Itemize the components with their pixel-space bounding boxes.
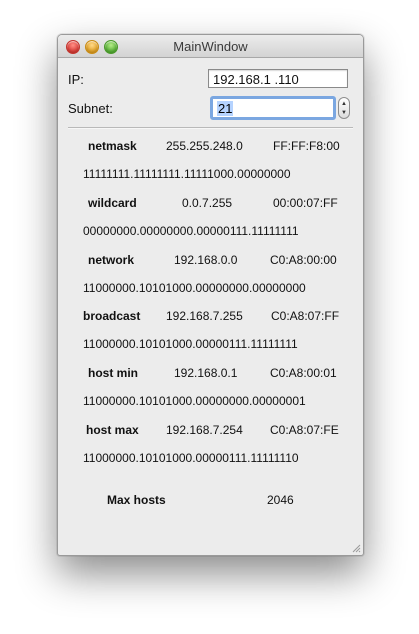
row-netmask-dotted: 255.255.248.0 — [166, 139, 243, 153]
row-network-dotted: 192.168.0.0 — [174, 253, 238, 267]
title-bar[interactable]: MainWindow — [58, 35, 363, 58]
row-broadcast-dotted: 192.168.7.255 — [166, 309, 243, 323]
subnet-input[interactable]: 21 — [210, 96, 336, 120]
row-host-max-hex: C0:A8:07:FE — [270, 423, 339, 437]
main-window: MainWindow IP: 192.168.1 .110 Subnet: 21… — [57, 34, 364, 556]
max-hosts-value: 2046 — [267, 493, 294, 507]
row-host-max-binary: 11000000.10101000.00000111.11111110 — [83, 451, 299, 465]
max-hosts-label: Max hosts — [107, 493, 166, 507]
ip-input[interactable]: 192.168.1 .110 — [208, 69, 348, 88]
row-broadcast-binary: 11000000.10101000.00000111.11111111 — [83, 337, 298, 351]
row-host-min-dotted: 192.168.0.1 — [174, 366, 238, 380]
ip-label: IP: — [68, 72, 84, 87]
row-host-max-dotted: 192.168.7.254 — [166, 423, 243, 437]
window-title: MainWindow — [173, 39, 248, 54]
row-host-min-label: host min — [88, 366, 138, 380]
row-broadcast-hex: C0:A8:07:FF — [271, 309, 340, 323]
subnet-stepper[interactable]: ▲ ▼ — [338, 97, 350, 119]
row-network-label: network — [88, 253, 135, 267]
subnet-label: Subnet: — [68, 101, 113, 116]
subnet-value: 21 — [217, 101, 234, 116]
row-wildcard-hex: 00:00:07:FF — [273, 196, 338, 210]
row-network-binary: 11000000.10101000.00000000.00000000 — [83, 281, 306, 295]
row-host-min-hex: C0:A8:00:01 — [270, 366, 337, 380]
row-netmask-hex: FF:FF:F8:00 — [273, 139, 340, 153]
resize-grip-icon[interactable] — [351, 543, 361, 553]
row-netmask-label: netmask — [88, 139, 137, 153]
row-netmask-binary: 11111111.11111111.11111000.00000000 — [83, 167, 291, 181]
row-wildcard-dotted: 0.0.7.255 — [182, 196, 233, 210]
row-network-hex: C0:A8:00:00 — [270, 253, 337, 267]
row-wildcard-binary: 00000000.00000000.00000111.11111111 — [83, 224, 299, 238]
stepper-up-icon[interactable]: ▲ — [341, 101, 347, 107]
row-broadcast-label: broadcast — [83, 309, 141, 323]
stepper-down-icon[interactable]: ▼ — [341, 110, 347, 116]
separator — [68, 127, 353, 129]
row-host-max-label: host max — [86, 423, 139, 437]
row-wildcard-label: wildcard — [88, 196, 137, 210]
row-host-min-binary: 11000000.10101000.00000000.00000001 — [83, 394, 306, 408]
